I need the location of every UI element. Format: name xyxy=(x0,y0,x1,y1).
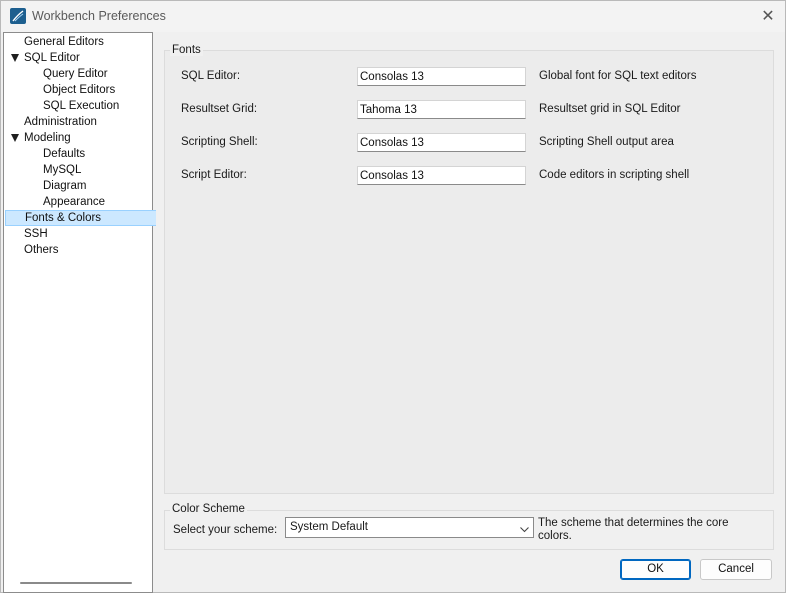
color-scheme-legend: Color Scheme xyxy=(170,503,247,515)
color-scheme-description-line1: The scheme that determines the core xyxy=(538,517,729,529)
horizontal-scrollbar[interactable] xyxy=(20,582,132,584)
workbench-app-icon xyxy=(10,8,26,24)
expand-triangle-icon[interactable] xyxy=(11,54,19,62)
chevron-down-icon xyxy=(520,521,529,540)
tree-item-general-editors[interactable]: General Editors xyxy=(24,35,104,50)
tree-item-sql-editor[interactable]: SQL Editor xyxy=(24,51,80,66)
close-icon[interactable]: ✕ xyxy=(759,7,777,25)
window-title: Workbench Preferences xyxy=(32,9,166,23)
tree-item-appearance[interactable]: Appearance xyxy=(43,195,105,210)
tree-item-mysql[interactable]: MySQL xyxy=(43,163,81,178)
preferences-window: Workbench Preferences ✕ General Editors … xyxy=(0,0,786,593)
tree-item-defaults[interactable]: Defaults xyxy=(43,147,85,162)
fonts-legend: Fonts xyxy=(170,44,203,56)
expand-triangle-icon[interactable] xyxy=(11,134,19,142)
scripting-shell-font-field[interactable]: Consolas 13 xyxy=(357,133,526,152)
scripting-shell-font-label: Scripting Shell: xyxy=(181,136,258,148)
sql-editor-font-label: SQL Editor: xyxy=(181,70,241,82)
tree-item-sql-execution[interactable]: SQL Execution xyxy=(43,99,119,114)
tree-item-query-editor[interactable]: Query Editor xyxy=(43,67,108,82)
tree-item-others[interactable]: Others xyxy=(24,243,59,258)
sql-editor-font-description: Global font for SQL text editors xyxy=(539,70,697,82)
tree-item-diagram[interactable]: Diagram xyxy=(43,179,86,194)
ok-button[interactable]: OK xyxy=(620,559,691,580)
script-editor-font-field[interactable]: Consolas 13 xyxy=(357,166,526,185)
color-scheme-description-line2: colors. xyxy=(538,530,572,542)
preferences-tree: General Editors SQL Editor Query Editor … xyxy=(3,32,171,593)
sql-editor-font-field[interactable]: Consolas 13 xyxy=(357,67,526,86)
tree-item-ssh[interactable]: SSH xyxy=(24,227,48,242)
color-scheme-label: Select your scheme: xyxy=(173,524,278,536)
tree-item-modeling[interactable]: Modeling xyxy=(24,131,71,146)
resultset-grid-font-field[interactable]: Tahoma 13 xyxy=(357,100,526,119)
tree-item-fonts-colors[interactable]: Fonts & Colors xyxy=(5,210,171,226)
resultset-grid-font-label: Resultset Grid: xyxy=(181,103,258,115)
resultset-grid-font-description: Resultset grid in SQL Editor xyxy=(539,103,681,115)
color-scheme-description: The scheme that determines the core colo… xyxy=(538,517,729,543)
title-bar: Workbench Preferences ✕ xyxy=(1,1,785,32)
scripting-shell-font-description: Scripting Shell output area xyxy=(539,136,674,148)
cancel-button[interactable]: Cancel xyxy=(700,559,772,580)
tree-item-administration[interactable]: Administration xyxy=(24,115,97,130)
color-scheme-select[interactable]: System Default xyxy=(285,517,534,538)
script-editor-font-label: Script Editor: xyxy=(181,169,247,181)
script-editor-font-description: Code editors in scripting shell xyxy=(539,169,690,181)
color-scheme-value: System Default xyxy=(290,521,368,533)
tree-item-object-editors[interactable]: Object Editors xyxy=(43,83,115,98)
